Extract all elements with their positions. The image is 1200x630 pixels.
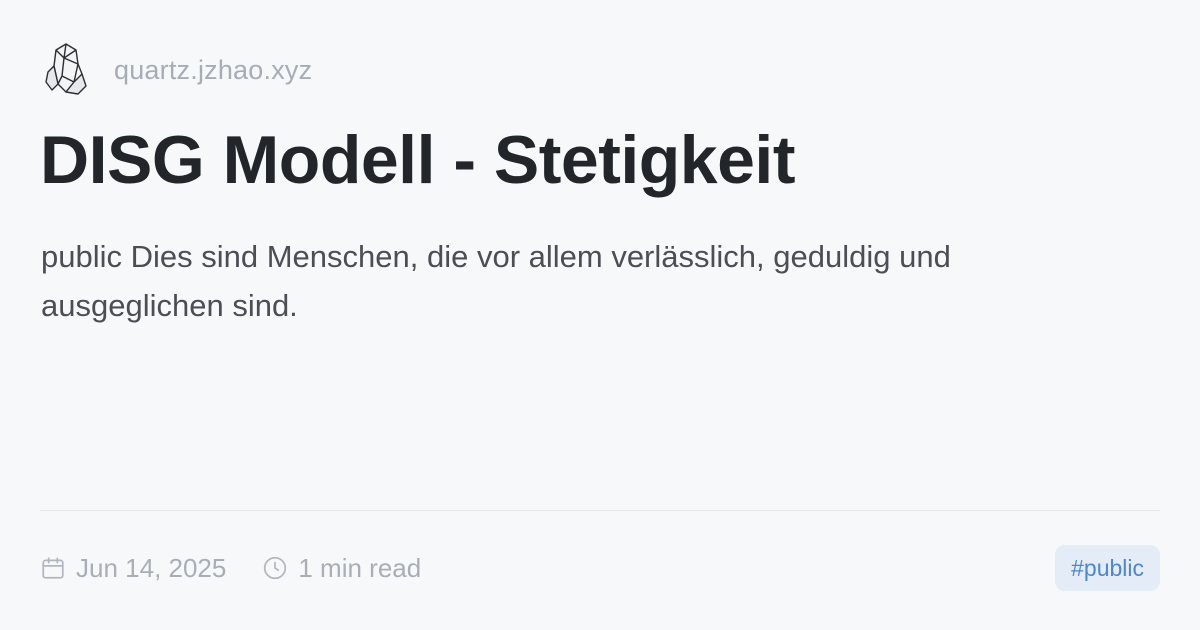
read-time: 1 min read <box>298 552 422 583</box>
divider <box>40 510 1160 511</box>
site-header: quartz.jzhao.xyz <box>44 42 312 98</box>
calendar-icon <box>42 557 64 579</box>
date-meta: Jun 14, 2025 <box>40 553 226 584</box>
clock-icon <box>264 556 287 580</box>
read-time-meta: 1 min read <box>262 553 421 584</box>
page-title: DISG Modell - Stetigkeit <box>40 122 795 198</box>
page-description: public Dies sind Menschen, die vor allem… <box>41 239 951 323</box>
site-domain[interactable]: quartz.jzhao.xyz <box>114 55 312 86</box>
crystal-logo-icon <box>45 43 87 95</box>
publish-date: Jun 14, 2025 <box>76 552 227 583</box>
tag-public[interactable]: #public <box>1055 545 1160 591</box>
footer: Jun 14, 2025 1 min read #public <box>40 540 1160 596</box>
